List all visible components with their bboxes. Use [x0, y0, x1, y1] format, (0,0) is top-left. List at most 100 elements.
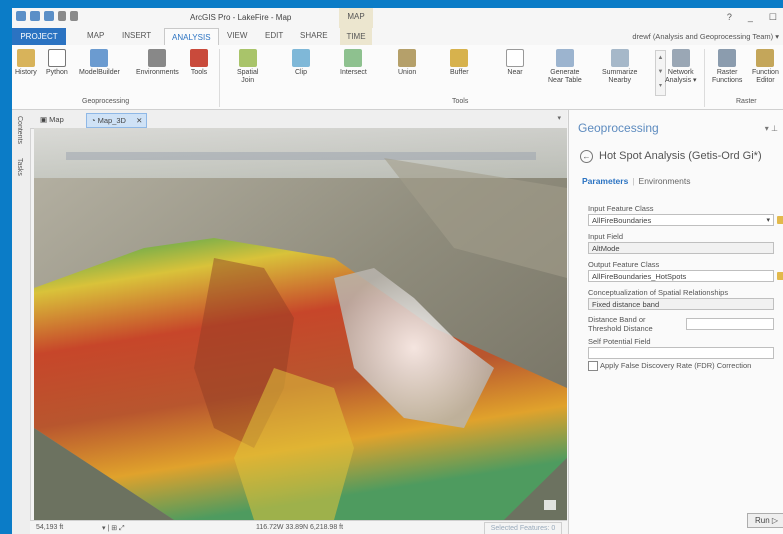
tab-map[interactable]: MAP	[87, 31, 104, 40]
intersect-button[interactable]: Intersect	[340, 49, 367, 77]
buffer-button[interactable]: Buffer	[450, 49, 469, 77]
selected-features[interactable]: Selected Features: 0	[484, 522, 562, 534]
self-potential-label: Self Potential Field	[588, 337, 651, 346]
clip-button[interactable]: Clip	[292, 49, 310, 77]
distance-label-2: Threshold Distance	[588, 324, 653, 333]
tab-parameters[interactable]: Parameters	[582, 176, 628, 186]
generate-near-table-button[interactable]: Generate Near Table	[548, 49, 582, 85]
input-field-select[interactable]: AltMode	[588, 242, 774, 254]
quick-access-toolbar	[16, 11, 78, 21]
app-icon	[16, 11, 26, 21]
tab-map-3d[interactable]: ◔ Map_3D ✕	[86, 113, 148, 128]
fdr-checkbox[interactable]	[588, 361, 598, 371]
geoprocessing-pane: Geoprocessing ▾ ⊥ ← Hot Spot Analysis (G…	[568, 110, 783, 534]
tab-view[interactable]: VIEW	[227, 31, 247, 40]
tasks-side-tab[interactable]: Tasks	[16, 158, 23, 176]
python-icon	[47, 49, 66, 67]
scene-view[interactable]	[34, 128, 567, 520]
history-icon	[16, 49, 35, 67]
close-tab-icon[interactable]: ✕	[136, 116, 142, 125]
terrain-scene	[34, 128, 567, 520]
tab-insert[interactable]: INSERT	[122, 31, 151, 40]
concept-select[interactable]: Fixed distance band	[588, 298, 774, 310]
group-label-geoprocessing: Geoprocessing	[82, 98, 130, 105]
distance-input[interactable]	[686, 318, 774, 330]
fdr-label: Apply False Discovery Rate (FDR) Correct…	[600, 361, 752, 370]
group-label-tools: Tools	[452, 98, 469, 105]
maximize-button[interactable]: ☐	[769, 12, 777, 23]
function-editor-button[interactable]: Function Editor	[752, 49, 779, 85]
minimize-button[interactable]: _	[748, 12, 753, 23]
back-icon[interactable]: ←	[580, 150, 593, 163]
self-potential-field[interactable]	[588, 347, 774, 359]
pane-pin[interactable]: ▾ ⊥	[765, 124, 778, 133]
clip-icon	[292, 49, 310, 67]
concept-label: Conceptualization of Spatial Relationshi…	[588, 288, 729, 297]
tool-title: Hot Spot Analysis (Getis-Ord Gi*)	[599, 150, 762, 162]
group-label-raster: Raster	[736, 98, 757, 105]
input-fc-field[interactable]: AllFireBoundaries ▾	[588, 214, 774, 226]
spatial-join-icon	[238, 49, 257, 67]
map-icon: ▣	[40, 115, 50, 124]
coordinate-readout: 116.72W 33.89N 6,218.98 ft	[256, 524, 344, 531]
modelbuilder-icon	[90, 49, 109, 67]
help-button[interactable]: ?	[727, 12, 732, 23]
history-button[interactable]: History	[15, 49, 37, 77]
side-panel-strip: Contents Tasks	[12, 110, 31, 534]
summarize-nearby-button[interactable]: Summarize Nearby	[602, 49, 637, 85]
modelbuilder-button[interactable]: ModelBuilder	[79, 49, 120, 77]
python-button[interactable]: Python	[46, 49, 68, 77]
ribbon-tabs: PROJECT MAP INSERT ANALYSIS VIEW EDIT SH…	[12, 28, 783, 46]
pane-subtabs: Parameters | Environments	[582, 176, 691, 186]
chevron-down-icon[interactable]: ▾	[766, 215, 770, 227]
scale-readout[interactable]: 54,193 ft	[36, 524, 63, 531]
contents-side-tab[interactable]: Contents	[16, 116, 23, 144]
tab-environments[interactable]: Environments	[639, 176, 691, 186]
distance-label-1: Distance Band or	[588, 315, 646, 324]
tools-button[interactable]: Tools	[190, 49, 208, 77]
summarize-nearby-icon	[610, 49, 629, 67]
raster-functions-button[interactable]: Raster Functions	[712, 49, 742, 85]
navigator-icon[interactable]	[544, 500, 556, 510]
map-tabs-menu[interactable]: ▾	[557, 114, 561, 122]
save-icon[interactable]	[30, 11, 40, 21]
globe-icon: ◔	[91, 116, 98, 125]
folder-icon[interactable]	[777, 272, 783, 280]
window-title: ArcGIS Pro - LakeFire - Map	[190, 13, 292, 22]
tab-time[interactable]: TIME	[340, 28, 372, 45]
tab-project[interactable]: PROJECT	[12, 28, 66, 45]
map-context-tab: MAP	[339, 8, 373, 28]
map-view-tabs: ▣ Map ◔ Map_3D ✕ ▾	[30, 110, 567, 129]
raster-functions-icon	[718, 49, 737, 67]
undo-icon[interactable]	[58, 11, 66, 21]
tab-analysis[interactable]: ANALYSIS	[164, 28, 219, 46]
horizon-band	[66, 152, 536, 160]
input-fc-label: Input Feature Class	[588, 204, 654, 213]
group-separator	[704, 49, 705, 107]
intersect-icon	[344, 49, 363, 67]
environments-icon	[148, 49, 167, 67]
open-icon[interactable]	[44, 11, 54, 21]
tab-edit[interactable]: EDIT	[265, 31, 283, 40]
spatial-join-button[interactable]: Spatial Join	[237, 49, 258, 85]
title-bar: ArcGIS Pro - LakeFire - Map MAP ? _ ☐	[12, 8, 783, 28]
environments-button[interactable]: Environments	[136, 49, 179, 77]
pane-title: Geoprocessing	[578, 121, 659, 135]
user-account[interactable]: drewf (Analysis and Geoprocessing Team) …	[632, 32, 779, 41]
output-fc-field[interactable]: AllFireBoundaries_HotSpots	[588, 270, 774, 282]
redo-icon[interactable]	[70, 11, 78, 21]
network-analysis-icon	[671, 49, 690, 67]
arcgis-window: ArcGIS Pro - LakeFire - Map MAP ? _ ☐ PR…	[12, 8, 783, 534]
tab-share[interactable]: SHARE	[300, 31, 328, 40]
buffer-icon	[450, 49, 469, 67]
input-field-label: Input Field	[588, 232, 624, 241]
output-fc-label: Output Feature Class	[588, 260, 660, 269]
near-button[interactable]: Near	[506, 49, 524, 77]
near-table-icon	[555, 49, 574, 67]
folder-icon[interactable]	[777, 216, 783, 224]
status-tools-icons[interactable]: ▾ | ⊞ ⤢	[102, 524, 125, 533]
tab-map-2d[interactable]: ▣ Map	[36, 113, 68, 126]
run-button[interactable]: Run ▷	[747, 513, 783, 528]
union-button[interactable]: Union	[398, 49, 416, 77]
network-analysis-button[interactable]: Network Analysis ▾	[665, 49, 697, 85]
